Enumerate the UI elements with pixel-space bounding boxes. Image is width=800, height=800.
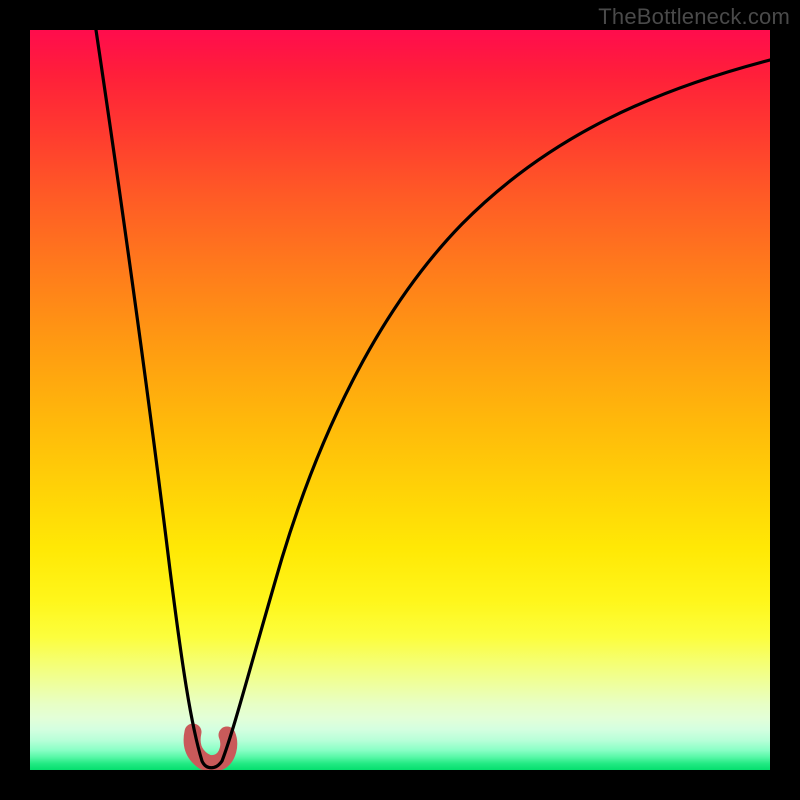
curve-overlay — [30, 30, 770, 770]
watermark-text: TheBottleneck.com — [598, 4, 790, 30]
outer-frame: TheBottleneck.com — [0, 0, 800, 800]
gradient-plot-area — [30, 30, 770, 770]
bottleneck-curve — [96, 30, 770, 768]
